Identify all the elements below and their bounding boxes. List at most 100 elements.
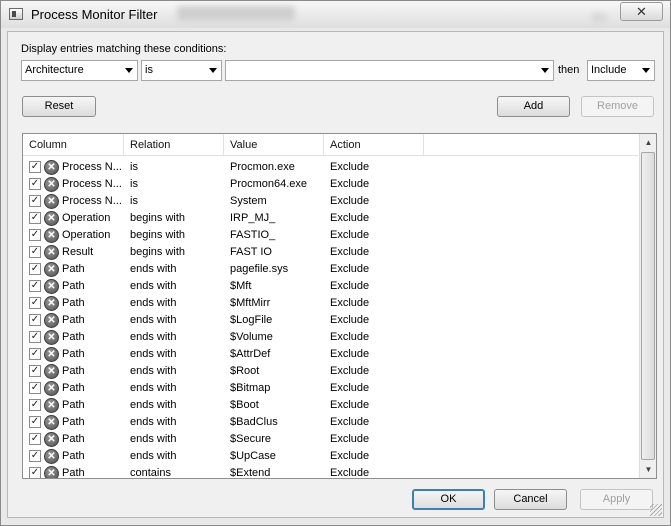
cell-value: System [230,195,267,207]
row-checkbox[interactable]: ✓ [29,433,41,445]
cell-value: $Bitmap [230,382,271,394]
cell-relation: ends with [130,399,177,411]
column-header-relation[interactable]: Relation [124,134,224,156]
column-header-column[interactable]: Column [23,134,124,156]
table-row[interactable]: ✓ ✕ Operation begins with IRP_MJ_ Exclude [23,210,638,227]
table-row[interactable]: ✓ ✕ Path ends with $Root Exclude [23,363,638,380]
scroll-down-icon[interactable]: ▼ [640,461,656,478]
cell-action: Exclude [330,229,370,241]
table-row[interactable]: ✓ ✕ Path ends with $Secure Exclude [23,431,638,448]
row-checkbox[interactable]: ✓ [29,348,41,360]
cell-relation: ends with [130,314,177,326]
cell-action: Exclude [330,280,370,292]
table-row[interactable]: ✓ ✕ Process N... is System Exclude [23,193,638,210]
row-checkbox[interactable]: ✓ [29,195,41,207]
vertical-scrollbar[interactable]: ▲ ▼ [639,134,656,478]
table-row[interactable]: ✓ ✕ Path ends with $LogFile Exclude [23,312,638,329]
table-row[interactable]: ✓ ✕ Path contains $Extend Exclude [23,465,638,479]
relation-select[interactable]: is [141,60,222,81]
table-row[interactable]: ✓ ✕ Operation begins with FASTIO_ Exclude [23,227,638,244]
cell-relation: ends with [130,331,177,343]
row-checkbox[interactable]: ✓ [29,297,41,309]
redacted-title-area [177,6,295,21]
table-row[interactable]: ✓ ✕ Path ends with $Volume Exclude [23,329,638,346]
row-checkbox[interactable]: ✓ [29,467,41,478]
window-title: Process Monitor Filter [31,7,158,22]
remove-button[interactable]: Remove [581,96,654,117]
add-button[interactable]: Add [497,96,570,117]
cell-relation: contains [130,467,171,479]
close-button[interactable]: ✕ [620,2,663,21]
table-row[interactable]: ✓ ✕ Path ends with $Mft Exclude [23,278,638,295]
exclude-icon: ✕ [44,347,59,362]
cell-relation: is [130,161,138,173]
table-row[interactable]: ✓ ✕ Path ends with $Boot Exclude [23,397,638,414]
cell-column: Path [62,280,85,292]
row-checkbox[interactable]: ✓ [29,450,41,462]
row-checkbox[interactable]: ✓ [29,178,41,190]
scrollbar-thumb[interactable] [641,152,655,460]
row-checkbox[interactable]: ✓ [29,263,41,275]
cell-relation: ends with [130,450,177,462]
action-select[interactable]: Include [587,60,655,81]
action-select-value: Include [591,64,627,76]
cell-column: Path [62,450,85,462]
reset-button[interactable]: Reset [22,96,96,117]
title-bar[interactable]: Process Monitor Filter ✕ [1,1,670,28]
row-checkbox[interactable]: ✓ [29,212,41,224]
cell-value: $MftMirr [230,297,271,309]
cell-relation: begins with [130,229,186,241]
cell-column: Path [62,314,85,326]
row-checkbox[interactable]: ✓ [29,365,41,377]
ok-button[interactable]: OK [412,489,485,510]
cell-column: Process N... [62,161,122,173]
cell-value: IRP_MJ_ [230,212,276,224]
cell-value: $Secure [230,433,271,445]
row-checkbox[interactable]: ✓ [29,416,41,428]
cancel-button[interactable]: Cancel [494,489,567,510]
table-row[interactable]: ✓ ✕ Process N... is Procmon.exe Exclude [23,159,638,176]
column-header-action[interactable]: Action [324,134,424,156]
cell-action: Exclude [330,161,370,173]
row-checkbox[interactable]: ✓ [29,331,41,343]
filter-dialog: Process Monitor Filter ✕ Display entries… [0,0,671,526]
cell-value: $Boot [230,399,259,411]
apply-button[interactable]: Apply [580,489,653,510]
column-select[interactable]: Architecture [21,60,138,81]
cell-value: Procmon64.exe [230,178,308,190]
row-checkbox[interactable]: ✓ [29,280,41,292]
cell-column: Path [62,399,85,411]
cell-action: Exclude [330,178,370,190]
cell-column: Operation [62,212,111,224]
row-checkbox[interactable]: ✓ [29,314,41,326]
scroll-up-icon[interactable]: ▲ [640,134,656,151]
cell-column: Path [62,263,85,275]
cell-relation: begins with [130,246,186,258]
table-row[interactable]: ✓ ✕ Path ends with $BadClus Exclude [23,414,638,431]
row-checkbox[interactable]: ✓ [29,161,41,173]
row-checkbox[interactable]: ✓ [29,246,41,258]
cell-column: Process N... [62,195,122,207]
table-row[interactable]: ✓ ✕ Path ends with $Bitmap Exclude [23,380,638,397]
row-checkbox[interactable]: ✓ [29,229,41,241]
cell-action: Exclude [330,297,370,309]
table-row[interactable]: ✓ ✕ Result begins with FAST IO Exclude [23,244,638,261]
filter-list[interactable]: Column Relation Value Action ✓ ✕ Process N… [22,133,657,479]
cell-action: Exclude [330,365,370,377]
table-row[interactable]: ✓ ✕ Path ends with $AttrDef Exclude [23,346,638,363]
cell-relation: is [130,195,138,207]
table-row[interactable]: ✓ ✕ Path ends with pagefile.sys Exclude [23,261,638,278]
value-combo[interactable] [225,60,554,81]
conditions-label: Display entries matching these condition… [21,43,227,55]
table-row[interactable]: ✓ ✕ Path ends with $MftMirr Exclude [23,295,638,312]
row-checkbox[interactable]: ✓ [29,382,41,394]
table-row[interactable]: ✓ ✕ Path ends with $UpCase Exclude [23,448,638,465]
cell-value: $AttrDef [230,348,271,360]
cell-value: FASTIO_ [230,229,276,241]
table-row[interactable]: ✓ ✕ Process N... is Procmon64.exe Exclude [23,176,638,193]
column-header-value[interactable]: Value [224,134,324,156]
row-checkbox[interactable]: ✓ [29,399,41,411]
resize-grip[interactable] [650,504,662,516]
exclude-icon: ✕ [44,330,59,345]
exclude-icon: ✕ [44,415,59,430]
